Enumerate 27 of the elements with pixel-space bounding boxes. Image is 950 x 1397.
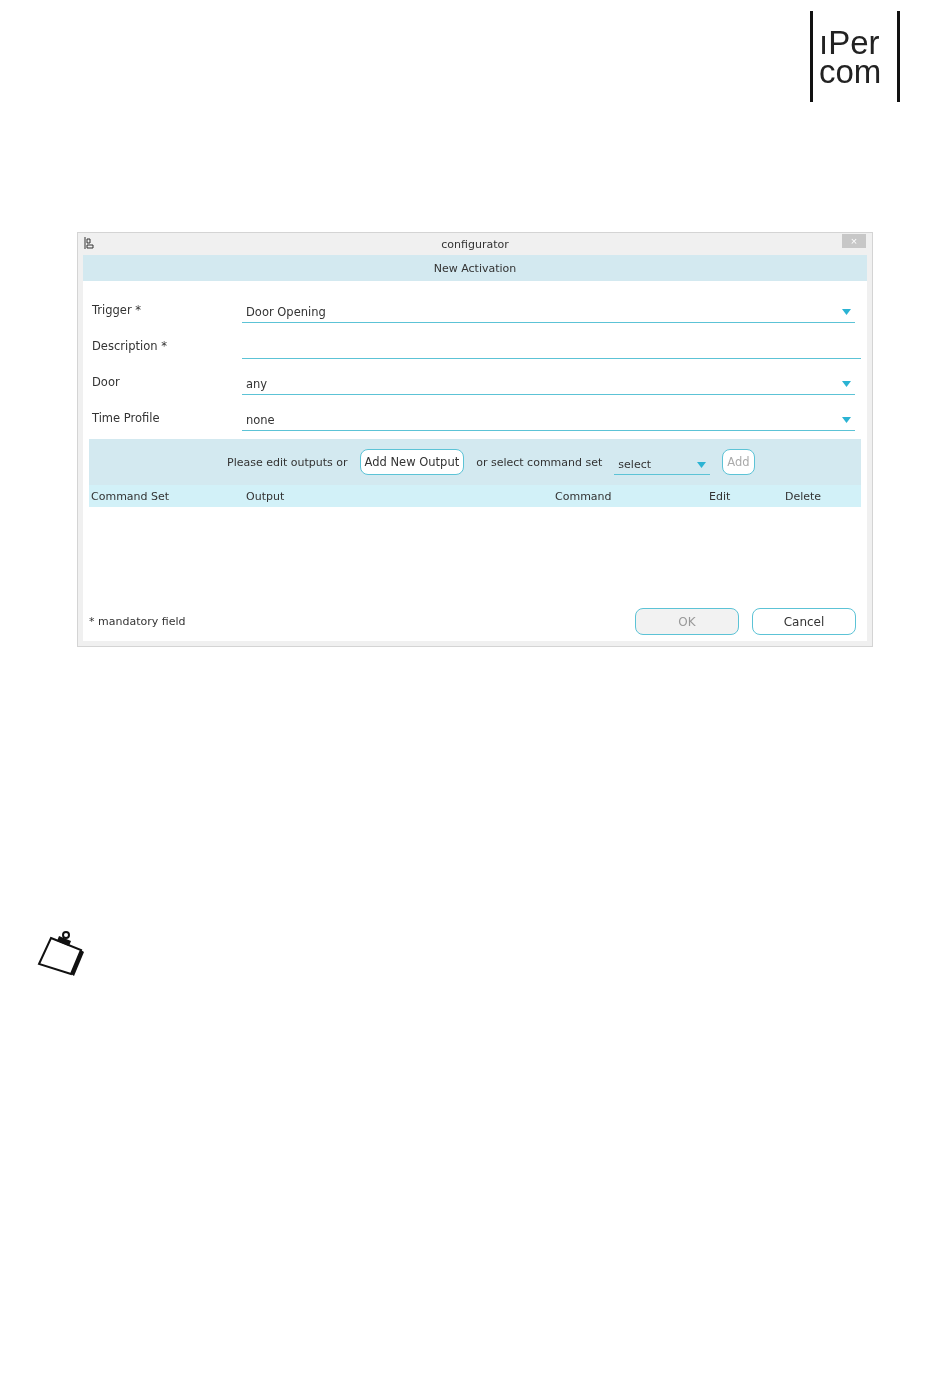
clipboard-icon [37, 930, 87, 976]
column-header: Output [246, 489, 286, 503]
dropdown[interactable]: any [242, 374, 855, 395]
field-label: Door [92, 375, 121, 391]
logo: ıPer com [810, 11, 900, 102]
add-output-button[interactable]: Add New Output [359, 449, 465, 475]
footnote: * mandatory field [89, 615, 187, 628]
column-header: Command [555, 489, 613, 503]
cancel-button[interactable]: Cancel [752, 608, 856, 635]
window-title: configurator [441, 237, 509, 251]
field-label: Time Profile [92, 411, 161, 427]
field-label: Description * [92, 339, 168, 355]
column-header: Delete [785, 489, 822, 503]
app-icon [84, 237, 95, 249]
dropdown[interactable]: Door Opening [242, 302, 855, 323]
dialog-title: New Activation [83, 255, 867, 281]
command-set-dropdown[interactable]: select [614, 455, 711, 475]
dropdown[interactable]: none [242, 410, 855, 431]
column-header: Command Set [90, 489, 171, 503]
field-label: Trigger * [92, 303, 143, 319]
column-header: Edit [709, 489, 732, 503]
caret-icon [842, 309, 851, 315]
caret-icon [842, 381, 851, 387]
prompt-text: or select command set [476, 455, 603, 469]
caret-icon [842, 417, 851, 423]
prompt-text: Please edit outputs or [227, 455, 348, 469]
caret-icon [697, 461, 707, 468]
